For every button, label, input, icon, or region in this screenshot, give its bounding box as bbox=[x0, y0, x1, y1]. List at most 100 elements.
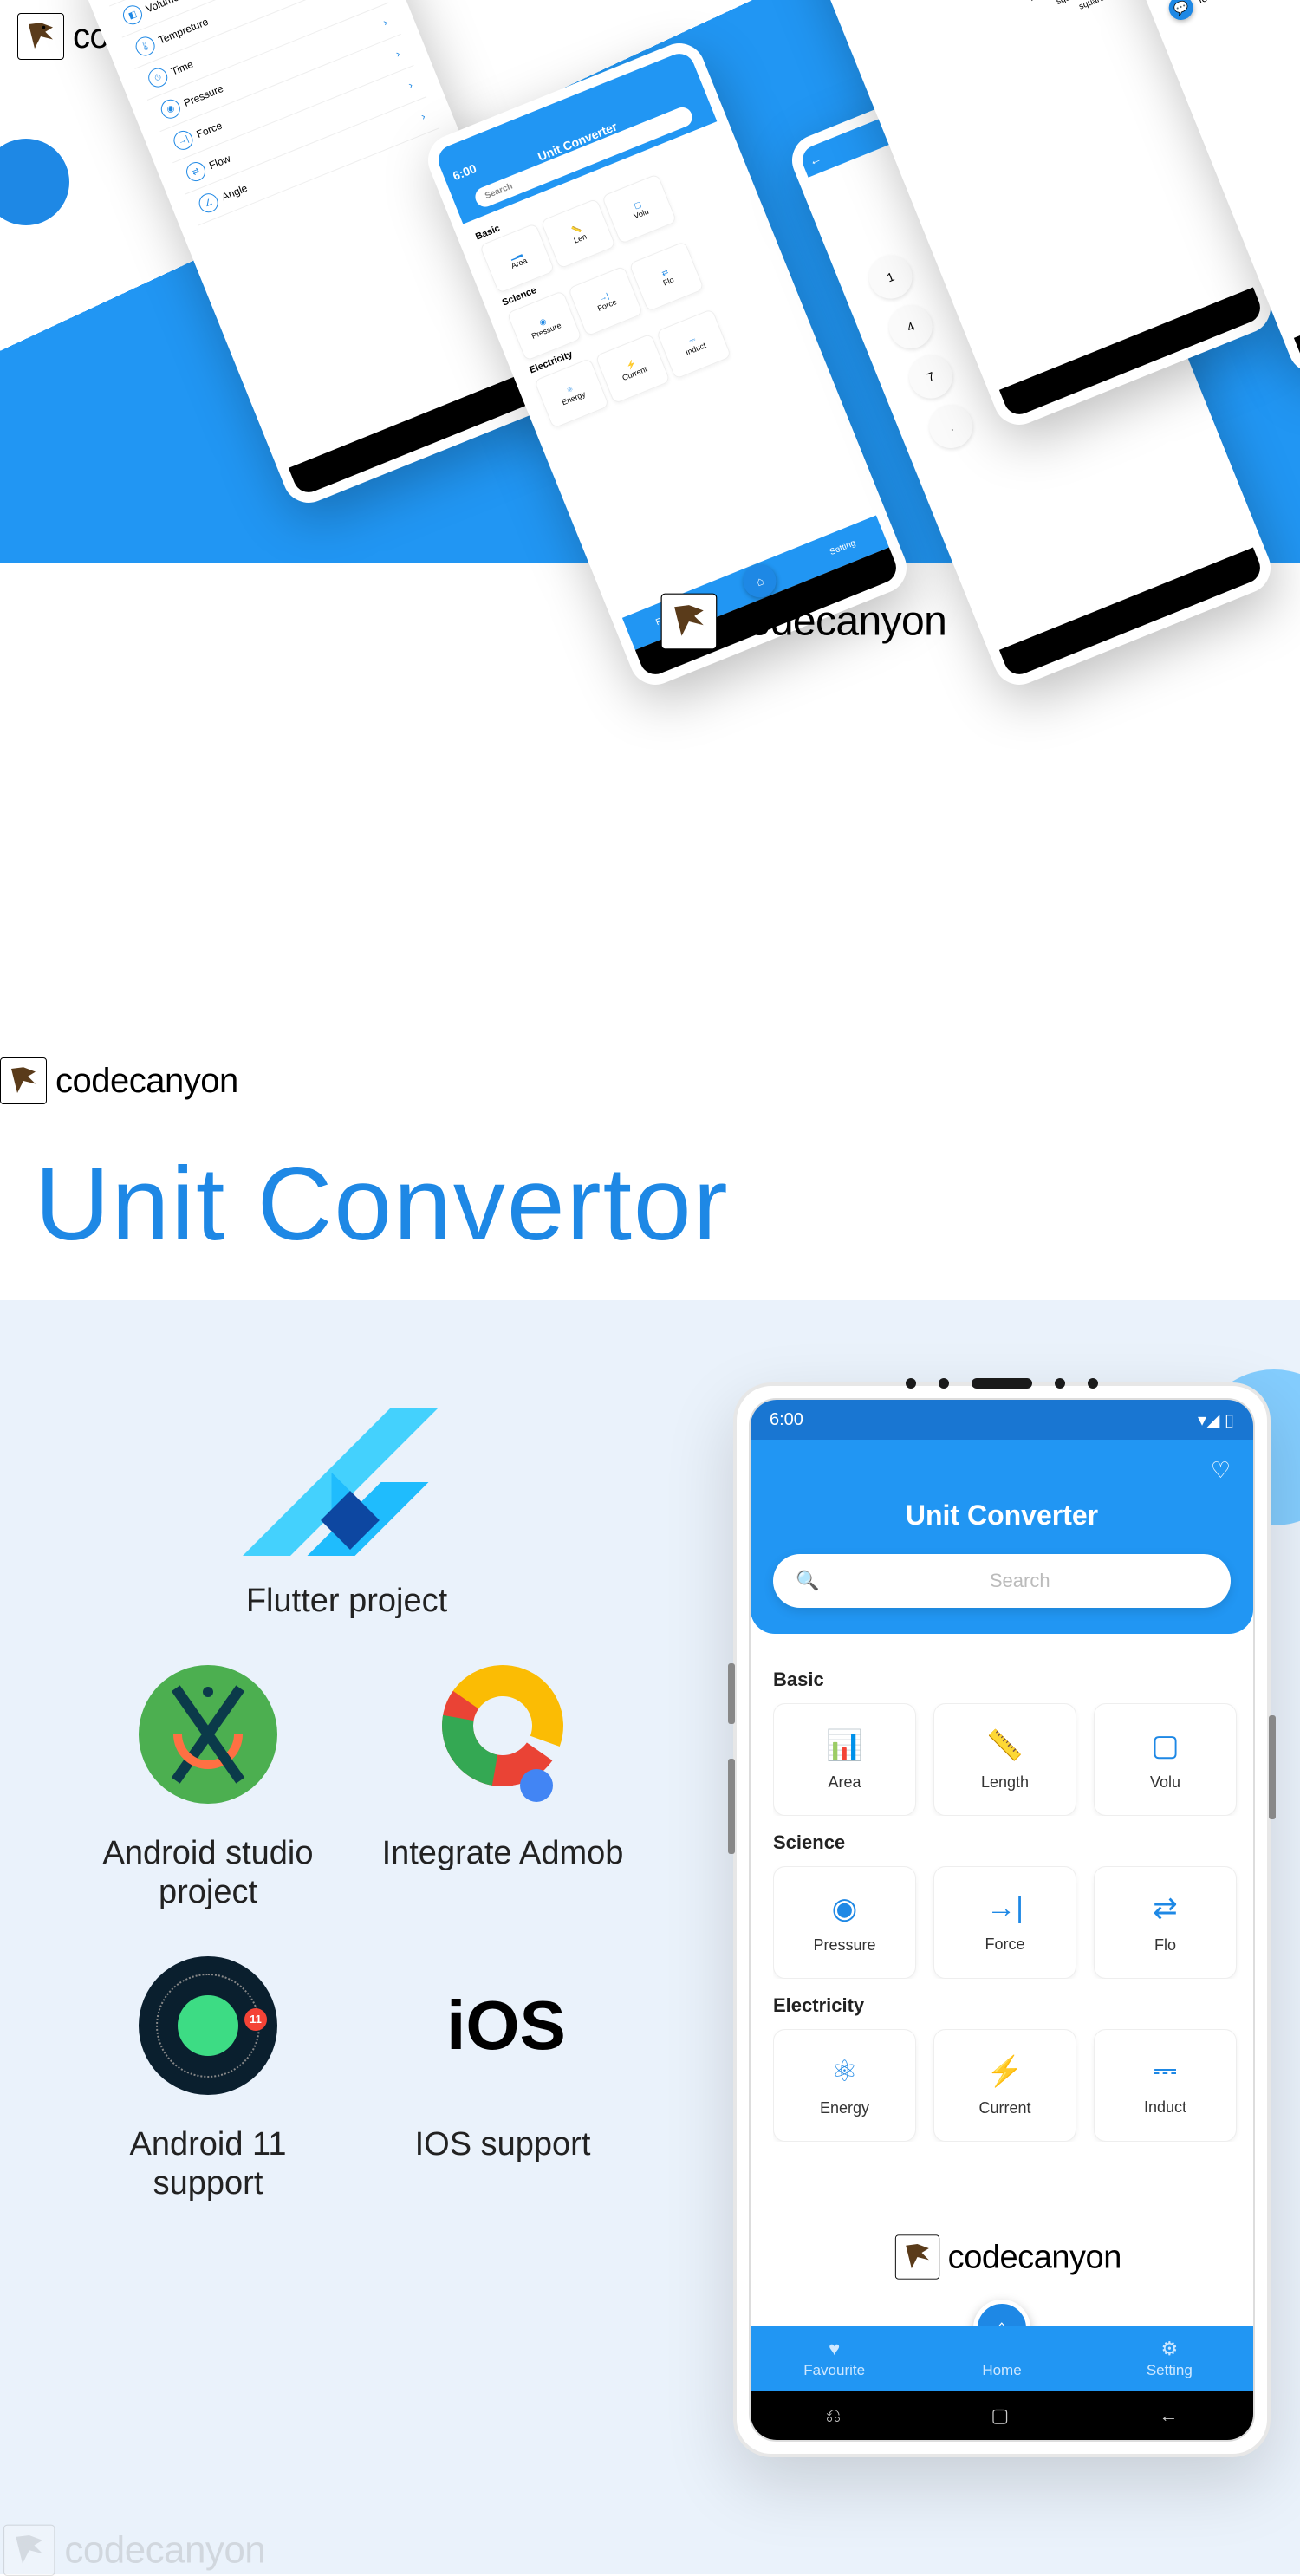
recent-apps-icon[interactable]: ⎌ bbox=[826, 2404, 842, 2427]
heart-icon: ♥ bbox=[829, 2338, 840, 2360]
tile-induct[interactable]: ⎓ Induct bbox=[1094, 2029, 1237, 2142]
nav-label: Home bbox=[982, 2362, 1021, 2379]
statusbar-icons: ▾◢ ▯ bbox=[1198, 1409, 1234, 1431]
home-icon[interactable]: ▢ bbox=[991, 2404, 1009, 2427]
features-grid: Flutter project Android studio project I… bbox=[87, 1404, 624, 2204]
eagle-icon bbox=[17, 13, 64, 60]
list-item-label: Force bbox=[195, 120, 224, 140]
tile-label: Volu bbox=[1150, 1773, 1180, 1792]
app-header: ♡ Unit Converter 🔍 Search bbox=[751, 1440, 1253, 1634]
tile-volume[interactable]: ▢ Volu bbox=[1094, 1703, 1237, 1816]
flow-icon: ⇄ bbox=[1153, 1891, 1178, 1926]
tile-area[interactable]: 📊 Area bbox=[773, 1703, 916, 1816]
volume-up-button[interactable] bbox=[728, 1663, 735, 1724]
tile-flow[interactable]: ⇄ Flo bbox=[1094, 1866, 1237, 1979]
feature-admob: Integrate Admob bbox=[381, 1656, 624, 1913]
android-studio-icon bbox=[139, 1665, 277, 1804]
feature-label: Android studio project bbox=[87, 1834, 329, 1913]
gauge-icon: ◉ bbox=[832, 1891, 858, 1926]
gear-icon: ⚙ bbox=[1160, 2338, 1178, 2360]
key-4[interactable]: 4 bbox=[882, 298, 939, 355]
collage: ↕Length› ◧Volume› 🌡Tempreture› ⏱Time› ◉P… bbox=[104, 0, 1300, 1057]
volume-down-button[interactable] bbox=[728, 1759, 735, 1854]
system-nav: ⎌ ▢ ← bbox=[751, 2391, 1253, 2440]
feature-android11: 11 Android 11 support bbox=[87, 1948, 329, 2204]
tile-label: Force bbox=[985, 1935, 1024, 1954]
eagle-icon bbox=[3, 2525, 55, 2576]
codecanyon-watermark-mid: codecanyon bbox=[0, 1057, 238, 1104]
nav-item-favourite[interactable]: ♥ Favourite bbox=[751, 2326, 918, 2391]
list-item-label: Volume bbox=[144, 0, 180, 15]
chart-icon: 📊 bbox=[826, 1728, 862, 1763]
tile-label[interactable]: Induct bbox=[684, 341, 706, 356]
statusbar-time: 6:00 bbox=[443, 161, 478, 186]
ruler-icon: 📏 bbox=[986, 1728, 1023, 1763]
tile-label: Induct bbox=[1144, 2098, 1186, 2117]
a11-badge: 11 bbox=[244, 2008, 267, 2031]
induct-icon: ⎓ bbox=[1154, 2054, 1177, 2088]
eagle-icon bbox=[661, 594, 718, 650]
eagle-icon bbox=[895, 2234, 939, 2279]
feature-label: Integrate Admob bbox=[382, 1834, 624, 1874]
tile-length[interactable]: 📏Length bbox=[933, 1703, 1076, 1816]
statusbar-time: 6:00 bbox=[770, 1410, 803, 1430]
tile-pressure[interactable]: ◉ Pressure bbox=[773, 1866, 916, 1979]
admob-icon bbox=[433, 1665, 572, 1804]
tile-current[interactable]: ⚡ Current bbox=[933, 2029, 1076, 2142]
ios-icon: iOS bbox=[439, 1986, 566, 2065]
phone-screen: 6:00 ▾◢ ▯ ♡ Unit Converter 🔍 Search Basi… bbox=[749, 1398, 1255, 2442]
hero-section: codecanyon ↕Length› ◧Volume› 🌡Tempreture… bbox=[0, 0, 1300, 1127]
list-item-label: Time bbox=[169, 58, 195, 78]
android11-icon: 11 bbox=[139, 1956, 277, 2095]
app-title: Unit Converter bbox=[773, 1499, 1231, 1532]
cube-icon: ▢ bbox=[1151, 1728, 1179, 1763]
search-placeholder: Search bbox=[831, 1570, 1208, 1592]
nav-item-home[interactable]: Home bbox=[918, 2326, 1085, 2391]
tile-label: Area bbox=[828, 1773, 861, 1792]
tile-label: Current bbox=[978, 2099, 1030, 2117]
nav-label: Favourite bbox=[803, 2362, 865, 2379]
bottom-nav: ♥ Favourite Home ⚙ Setting bbox=[751, 2326, 1253, 2391]
tile-label: Pressure bbox=[813, 1936, 875, 1955]
feedback-label[interactable]: feedback bbox=[1196, 0, 1239, 6]
list-item-label: Pressure bbox=[182, 82, 225, 109]
watermark-text: codecanyon bbox=[727, 598, 946, 645]
status-bar: 6:00 ▾◢ ▯ bbox=[751, 1400, 1253, 1440]
feature-ios: iOS IOS support bbox=[381, 1948, 624, 2204]
watermark-text: codecanyon bbox=[64, 2529, 265, 2573]
tile-label: Energy bbox=[820, 2099, 869, 2117]
section-title: Science bbox=[773, 1831, 1253, 1854]
search-input[interactable]: 🔍 Search bbox=[773, 1554, 1231, 1608]
nav-setting[interactable]: Setting bbox=[829, 538, 857, 557]
codecanyon-watermark-center: codecanyon bbox=[661, 594, 947, 650]
codecanyon-watermark-bottom: codecanyon bbox=[3, 2525, 265, 2576]
list-item-label: Angle bbox=[220, 182, 250, 203]
section-title: Electricity bbox=[773, 1994, 1253, 2017]
nav-item-setting[interactable]: ⚙ Setting bbox=[1086, 2326, 1253, 2391]
tile-label: Flo bbox=[1154, 1936, 1176, 1955]
codecanyon-watermark-in-phone: codecanyon bbox=[895, 2234, 1121, 2279]
phone-mockup: 6:00 ▾◢ ▯ ♡ Unit Converter 🔍 Search Basi… bbox=[733, 1382, 1271, 2457]
chat-icon[interactable]: 💬 bbox=[1165, 0, 1196, 23]
power-button[interactable] bbox=[1269, 1715, 1276, 1819]
key-1[interactable]: 1 bbox=[862, 249, 919, 305]
key-7[interactable]: 7 bbox=[902, 348, 959, 405]
tile-force[interactable]: →| Force bbox=[933, 1866, 1076, 1979]
section-title: Basic bbox=[773, 1669, 1253, 1691]
list-item-label: Flow bbox=[207, 153, 232, 172]
heart-icon[interactable]: ♡ bbox=[1211, 1457, 1231, 1484]
back-icon[interactable]: ← bbox=[1159, 2404, 1178, 2427]
lower-section: an de Flutter project Android studio pro… bbox=[0, 1300, 1300, 2574]
bolt-icon: ⚡ bbox=[986, 2054, 1023, 2089]
feature-label: Flutter project bbox=[246, 1582, 447, 1622]
search-icon: 🔍 bbox=[796, 1570, 819, 1592]
feature-flutter: Flutter project bbox=[87, 1404, 607, 1622]
key-dot[interactable]: . bbox=[923, 398, 979, 454]
force-icon: →| bbox=[986, 1891, 1024, 1925]
feature-label: IOS support bbox=[415, 2125, 591, 2165]
tile-energy[interactable]: ⚛Energy bbox=[773, 2029, 916, 2142]
flutter-icon bbox=[282, 1408, 412, 1556]
watermark-text: codecanyon bbox=[948, 2239, 1121, 2276]
feature-label: Android 11 support bbox=[87, 2125, 329, 2204]
nav-label: Setting bbox=[1147, 2362, 1193, 2379]
